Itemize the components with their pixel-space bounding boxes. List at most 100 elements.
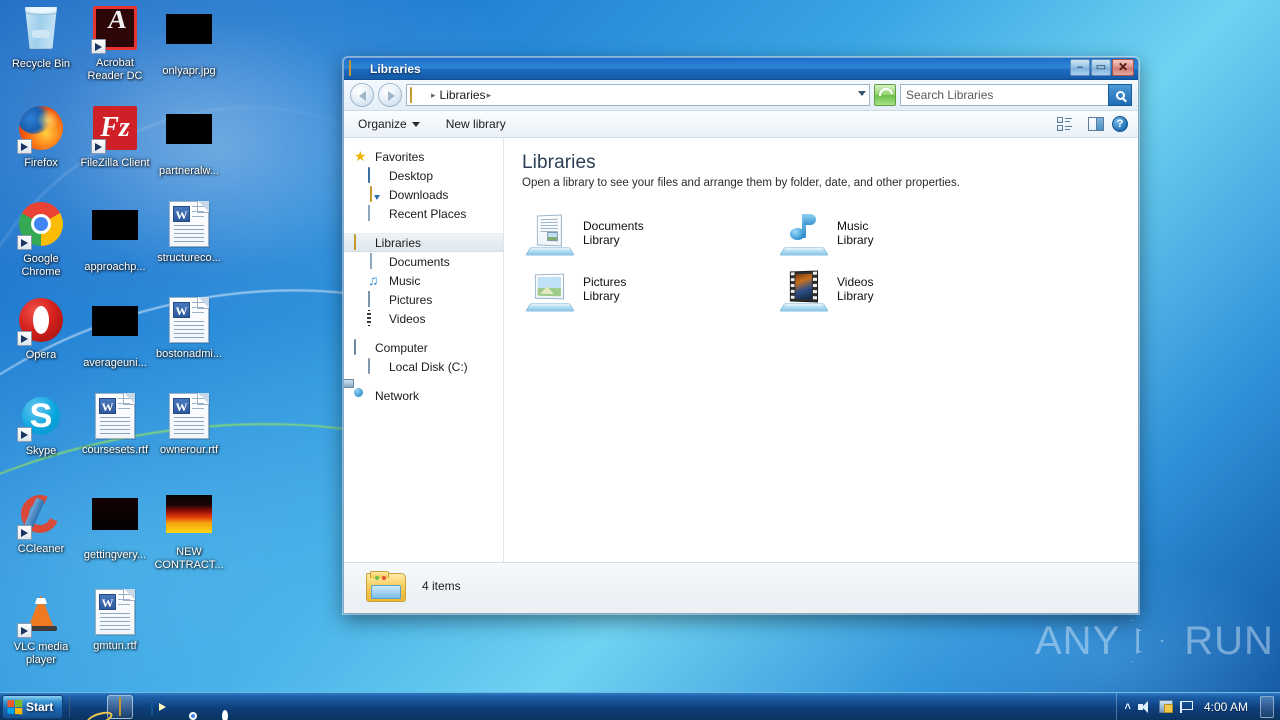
- page-title: Libraries: [522, 152, 596, 173]
- clock[interactable]: 4:00 AM: [1201, 700, 1251, 714]
- view-options-icon[interactable]: [1057, 117, 1072, 131]
- taskbar-button-windows-media-player[interactable]: [139, 695, 165, 719]
- desktop-icon[interactable]: Opera: [4, 296, 78, 362]
- sidebar-item-label: Libraries: [375, 235, 422, 250]
- library-item-type: Library: [583, 233, 620, 247]
- sidebar-item-local-disk-c[interactable]: Local Disk (C:): [344, 357, 503, 376]
- start-button[interactable]: Start: [2, 694, 64, 719]
- sidebar-item-libraries[interactable]: Libraries: [344, 233, 503, 252]
- desktop-icon[interactable]: Recycle Bin: [4, 4, 78, 71]
- desktop-icon[interactable]: Google Chrome: [4, 200, 78, 278]
- desktop-icon[interactable]: Fz FileZilla Client: [78, 104, 152, 170]
- status-bar: 4 items: [344, 562, 1138, 609]
- command-bar-right: ?: [1057, 116, 1130, 132]
- desktop-icon[interactable]: averageuni...: [78, 296, 152, 370]
- desktop-icon[interactable]: Wgmtun.rtf: [78, 588, 152, 653]
- sidebar-item-music[interactable]: ♫ Music: [344, 271, 503, 290]
- chevron-up-icon[interactable]: ˄: [1125, 701, 1131, 713]
- close-button[interactable]: ✕: [1112, 59, 1134, 76]
- anyrun-watermark: ANY RUN: [1035, 618, 1274, 664]
- maximize-icon: ▭: [1095, 61, 1107, 73]
- content-pane[interactable]: Libraries Open a library to see your fil…: [504, 138, 1138, 562]
- desktop-icon-label: partneralw...: [159, 165, 219, 177]
- back-button[interactable]: [350, 83, 374, 107]
- desktop-icon[interactable]: S Skype: [4, 392, 78, 458]
- sidebar-item-recent-places[interactable]: Recent Places: [344, 204, 503, 223]
- library-item[interactable]: Videos Library: [776, 267, 966, 323]
- window-titlebar[interactable]: Libraries – ▭ ✕: [344, 58, 1138, 80]
- shortcut-arrow-icon: [17, 623, 32, 638]
- breadcrumb-libraries[interactable]: Libraries: [440, 88, 486, 102]
- forward-button[interactable]: [378, 83, 402, 107]
- desktop-icon[interactable]: VLC media player: [4, 588, 78, 666]
- sidebar-item-label: Network: [375, 388, 420, 403]
- sidebar-item-favorites[interactable]: ★ Favorites: [344, 147, 503, 166]
- desktop-icon[interactable]: Wstructureco...: [152, 200, 226, 265]
- recent-places-icon: [368, 205, 384, 221]
- taskbar-button-chrome[interactable]: [171, 695, 197, 719]
- chevron-down-icon: [411, 121, 420, 127]
- desktop-icon[interactable]: Wbostonadmi...: [152, 296, 226, 361]
- sidebar-item-network[interactable]: Network: [344, 386, 503, 405]
- desktop-icon-label: NEW CONTRACT...: [154, 546, 224, 571]
- desktop-icon[interactable]: NEW CONTRACT...: [152, 490, 226, 571]
- maximize-button[interactable]: ▭: [1091, 59, 1111, 76]
- volume-icon[interactable]: [1137, 700, 1152, 713]
- show-desktop-icon[interactable]: [1260, 695, 1274, 718]
- library-item[interactable]: Music Library: [776, 211, 966, 267]
- search-button[interactable]: [1108, 84, 1132, 106]
- sidebar-item-computer[interactable]: Computer: [344, 338, 503, 357]
- desktop-icon[interactable]: gettingvery...: [78, 490, 152, 562]
- desktop-icon-label: FileZilla Client: [80, 157, 150, 169]
- network-warning-icon[interactable]: [1158, 700, 1173, 713]
- address-bar[interactable]: ▸ Libraries ▸: [406, 84, 870, 106]
- close-icon: ✕: [1117, 60, 1129, 74]
- taskbar-button-internet-explorer[interactable]: [75, 695, 101, 719]
- help-icon[interactable]: ?: [1112, 116, 1128, 132]
- desktop-icon[interactable]: CCleaner: [4, 489, 78, 556]
- refresh-button[interactable]: [874, 84, 896, 106]
- quick-launch-bar: [75, 694, 229, 719]
- breadcrumb-separator-trailing[interactable]: ▸: [487, 90, 492, 101]
- ccleaner-icon: [15, 489, 65, 540]
- library-item[interactable]: Documents Library: [522, 211, 712, 267]
- new-library-button[interactable]: New library: [440, 114, 512, 134]
- sidebar-item-desktop[interactable]: Desktop: [344, 166, 503, 185]
- documents-library-icon: [525, 213, 575, 259]
- sidebar-item-documents[interactable]: Documents: [344, 252, 503, 271]
- search-input[interactable]: Search Libraries: [900, 84, 1132, 106]
- desktop[interactable]: Recycle Bin A Acrobat Reader DC onlyapr.jpg…: [0, 0, 1280, 720]
- image-file-icon: [165, 495, 213, 543]
- flag-icon[interactable]: [1179, 700, 1194, 713]
- organize-button[interactable]: Organize: [352, 114, 426, 134]
- desktop-icon[interactable]: approachp...: [78, 200, 152, 274]
- sidebar-item-videos[interactable]: Videos: [344, 309, 503, 328]
- desktop-icon[interactable]: onlyapr.jpg: [152, 4, 226, 78]
- desktop-icon: [368, 167, 384, 183]
- library-item-text: Documents Library: [583, 213, 644, 247]
- documents-icon: [368, 253, 384, 269]
- music-icon: ♫: [368, 272, 379, 288]
- navigation-pane[interactable]: ★ Favorites Desktop Downloads Recent Places L…: [344, 138, 504, 562]
- taskbar-button-opera[interactable]: [203, 695, 229, 719]
- sidebar-item-downloads[interactable]: Downloads: [344, 185, 503, 204]
- libraries-folder-icon: [410, 87, 427, 103]
- minimize-button[interactable]: –: [1070, 59, 1090, 76]
- desktop-icon[interactable]: partneralw...: [152, 104, 226, 178]
- desktop-icon[interactable]: Firefox: [4, 104, 78, 170]
- desktop-icon-label: coursesets.rtf: [81, 444, 149, 456]
- library-item-name: Documents: [583, 219, 644, 233]
- desktop-icon-label: gettingvery...: [83, 549, 147, 561]
- chevron-down-icon[interactable]: [858, 91, 866, 96]
- videos-icon: [368, 310, 384, 326]
- desktop-icon[interactable]: Wownerour.rtf: [152, 392, 226, 457]
- image-file-icon: [91, 498, 139, 546]
- sidebar-item-pictures[interactable]: Pictures: [344, 290, 503, 309]
- library-item-text: Videos Library: [837, 269, 874, 303]
- taskbar[interactable]: Start ˄ 4:00 AM: [0, 692, 1280, 720]
- desktop-icon[interactable]: Wcoursesets.rtf: [78, 392, 152, 457]
- library-item[interactable]: Pictures Library: [522, 267, 712, 323]
- explorer-window[interactable]: Libraries – ▭ ✕ ▸ Libraries ▸ Search Lib…: [343, 57, 1139, 614]
- preview-pane-icon[interactable]: [1088, 117, 1104, 131]
- desktop-icon[interactable]: A Acrobat Reader DC: [78, 4, 152, 82]
